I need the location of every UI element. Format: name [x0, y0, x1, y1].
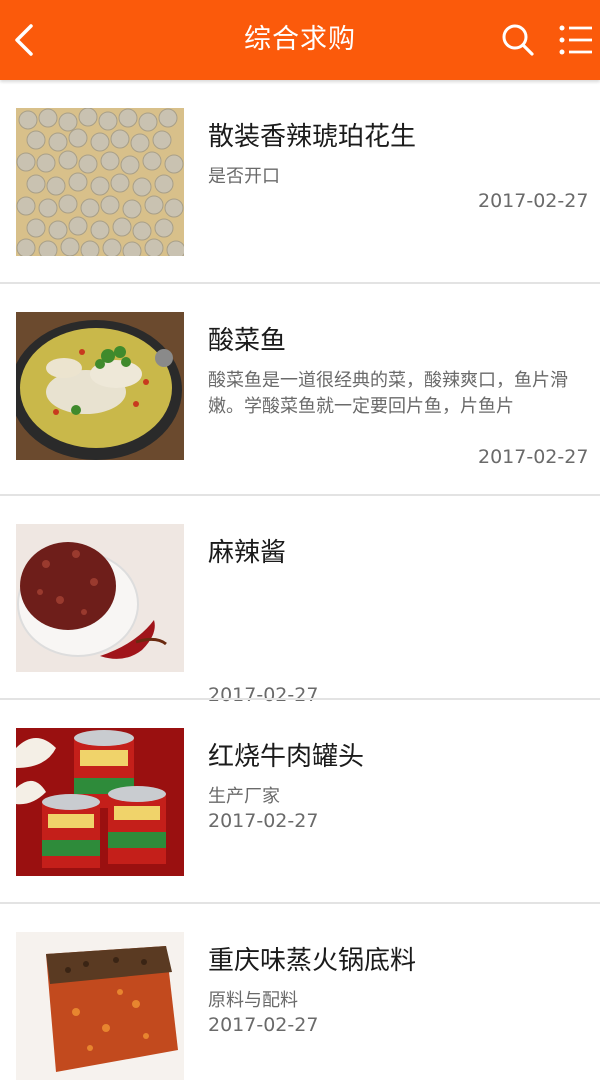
item-title: 重庆味蒸火锅底料: [208, 946, 417, 976]
item-date: 2017-02-27: [478, 190, 589, 212]
item-date: 2017-02-27: [208, 1014, 319, 1036]
list-menu-icon: [559, 25, 592, 55]
item-date: 2017-02-27: [208, 810, 319, 832]
pickled-fish-photo: [16, 312, 184, 460]
item-thumbnail: [16, 932, 184, 1080]
list-item[interactable]: 红烧牛肉罐头 生产厂家 2017-02-27: [0, 700, 600, 902]
item-description: 生产厂家: [208, 786, 280, 807]
item-title: 麻辣酱: [208, 538, 287, 568]
hotpot-base-photo: [16, 932, 184, 1080]
item-thumbnail: [16, 108, 184, 256]
list-item[interactable]: 麻辣酱 2017-02-27: [0, 496, 600, 706]
list-item[interactable]: 散装香辣琥珀花生 是否开口 2017-02-27: [0, 80, 600, 284]
search-button[interactable]: [496, 18, 540, 62]
menu-button[interactable]: [554, 18, 598, 62]
chili-sauce-photo: [16, 524, 184, 672]
peanuts-photo: [16, 108, 184, 256]
search-icon: [502, 24, 534, 56]
item-date: 2017-02-27: [478, 446, 589, 468]
item-description: 原料与配料: [208, 990, 298, 1011]
list-item[interactable]: 重庆味蒸火锅底料 原料与配料 2017-02-27: [0, 904, 600, 1080]
item-title: 散装香辣琥珀花生: [208, 122, 417, 152]
item-thumbnail: [16, 524, 184, 672]
item-description: 酸菜鱼是一道很经典的菜，酸辣爽口，鱼片滑嫩。学酸菜鱼就一定要回片鱼，片鱼片: [208, 370, 568, 417]
item-thumbnail: [16, 728, 184, 876]
item-thumbnail: [16, 312, 184, 460]
item-title: 酸菜鱼: [208, 326, 287, 356]
canned-beef-photo: [16, 728, 184, 876]
item-description: 是否开口: [208, 166, 280, 187]
item-title: 红烧牛肉罐头: [208, 742, 365, 772]
list-item[interactable]: 酸菜鱼 酸菜鱼是一道很经典的菜，酸辣爽口，鱼片滑嫩。学酸菜鱼就一定要回片鱼，片鱼…: [0, 284, 600, 494]
top-bar: 综合求购: [0, 0, 600, 80]
